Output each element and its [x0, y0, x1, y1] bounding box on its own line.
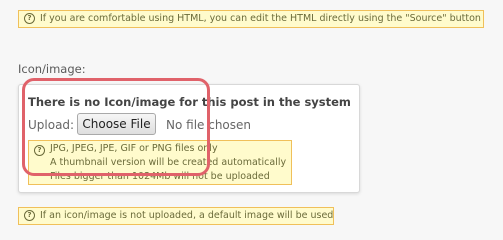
info-icon: ?: [34, 145, 45, 156]
info-icon: ?: [24, 13, 35, 24]
info-icon: ?: [24, 210, 35, 221]
choose-file-button[interactable]: Choose File: [77, 113, 156, 135]
file-size-hint: Files bigger than 1024Mb will not be upl…: [50, 171, 270, 182]
upload-label: Upload:: [28, 118, 75, 132]
html-source-hint-text: If you are comfortable using HTML, you c…: [40, 13, 481, 24]
thumbnail-hint: A thumbnail version will be created auto…: [50, 157, 287, 168]
upload-panel: There is no Icon/image for this post in …: [18, 84, 360, 193]
icon-image-label: Icon/image:: [18, 62, 86, 76]
default-image-hint: ? If an icon/image is not uploaded, a de…: [18, 207, 334, 225]
panel-title: There is no Icon/image for this post in …: [28, 95, 351, 109]
no-file-chosen-text: No file chosen: [166, 118, 252, 132]
file-types-hint: JPG, JPEG, JPE, GIF or PNG files only: [50, 143, 218, 154]
default-image-hint-text: If an icon/image is not uploaded, a defa…: [40, 210, 334, 221]
html-source-hint: ? If you are comfortable using HTML, you…: [18, 10, 484, 28]
file-requirements-hint: ? JPG, JPEG, JPE, GIF or PNG files only …: [28, 140, 292, 185]
